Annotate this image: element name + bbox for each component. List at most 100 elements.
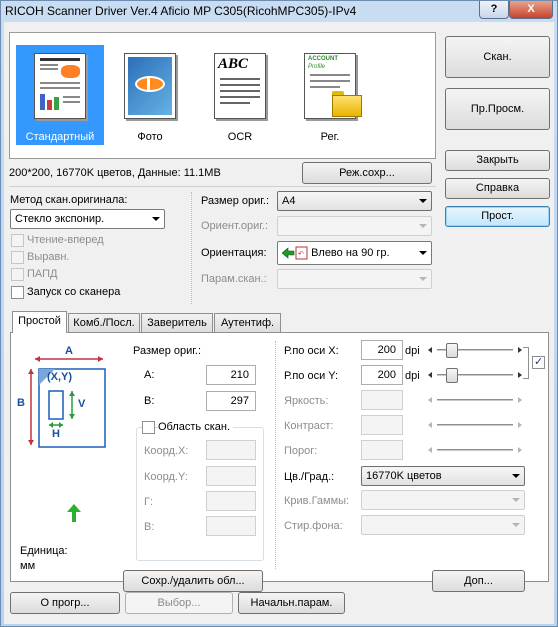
select-button[interactable]: Выбор... <box>125 592 233 614</box>
scan-param-select[interactable] <box>277 269 432 289</box>
resolution-x-slider[interactable] <box>427 342 523 358</box>
preset-photo-label: Фото <box>137 131 163 143</box>
scanner-driver-window: RICOH Scanner Driver Ver.4 Aficio MP C30… <box>0 0 558 627</box>
slider-thumb[interactable] <box>446 368 458 383</box>
divider <box>9 186 436 187</box>
link-resolution-checkbox[interactable] <box>532 355 545 369</box>
threshold-input[interactable] <box>361 440 403 460</box>
read-ahead-checkbox[interactable] <box>11 234 24 247</box>
adf-checkbox[interactable] <box>11 268 24 281</box>
tab-combined[interactable]: Комб./Посл. <box>68 313 140 333</box>
slider-thumb[interactable] <box>446 343 458 358</box>
orig-size-b-label: B: <box>144 395 155 407</box>
paper-size-diagram: A B (X,Y) V H <box>17 345 115 465</box>
tab-endorser[interactable]: Заверитель <box>141 313 213 333</box>
diagram-a-label: A <box>65 345 73 357</box>
preset-reg[interactable]: ACCOUNT Profile Рег. <box>286 45 374 145</box>
height-label: В: <box>144 521 155 533</box>
resolution-y-unit: dpi <box>405 370 420 382</box>
close-button[interactable]: Закрыть <box>445 150 550 171</box>
tab-panel-simple: A B (X,Y) V H Единица: мм Размер ориг.: … <box>10 332 549 592</box>
coord-x-input[interactable] <box>206 440 256 460</box>
preset-photo[interactable]: Фото <box>106 45 194 145</box>
resolution-y-slider[interactable] <box>427 367 523 383</box>
scan-button[interactable]: Скан. <box>445 36 550 78</box>
original-size-select[interactable]: A4 <box>277 191 432 211</box>
arrow-left-icon[interactable] <box>428 347 432 353</box>
color-mode-select[interactable]: 16770K цветов <box>361 466 525 486</box>
scan-method-value: Стекло экспонир. <box>15 213 105 225</box>
scan-method-label: Метод скан.оригинала: <box>10 194 128 206</box>
color-mode-value: 16770K цветов <box>366 470 442 482</box>
dialog-client-area: Стандартный Фото ABC OCR ACCOUNT Profile… <box>4 22 554 624</box>
align-label: Выравн. <box>27 251 70 263</box>
preset-ocr[interactable]: ABC OCR <box>196 45 284 145</box>
diagram-b-label: B <box>17 397 25 409</box>
tab-simple[interactable]: Простой <box>12 311 67 333</box>
brightness-label: Яркость: <box>284 395 329 407</box>
start-from-scanner-label: Запуск со сканера <box>27 286 121 298</box>
chevron-down-icon <box>419 199 427 203</box>
chevron-down-icon <box>512 498 520 502</box>
resolution-x-label: Р.по оси X: <box>284 345 339 357</box>
contrast-label: Контраст: <box>284 420 334 432</box>
preview-button[interactable]: Пр.Просм. <box>445 88 550 130</box>
svg-text:↶: ↶ <box>298 251 304 258</box>
chevron-down-icon <box>419 277 427 281</box>
gamma-select[interactable] <box>361 490 525 510</box>
height-input[interactable] <box>206 516 256 536</box>
read-ahead-label: Чтение-вперед <box>27 234 104 246</box>
contrast-input[interactable] <box>361 415 403 435</box>
photo-doc-icon <box>124 53 176 119</box>
save-delete-area-button[interactable]: Сохр./удалить обл... <box>123 570 263 592</box>
chevron-down-icon <box>419 224 427 228</box>
title-bar[interactable]: RICOH Scanner Driver Ver.4 Aficio MP C30… <box>1 1 557 21</box>
help-title-button[interactable]: ? <box>479 1 509 19</box>
color-mode-label: Цв./Град.: <box>284 471 335 483</box>
threshold-slider[interactable] <box>427 442 523 458</box>
coord-y-input[interactable] <box>206 466 256 486</box>
brightness-input[interactable] <box>361 390 403 410</box>
orientation-select[interactable]: ↶ Влево на 90 гр. <box>277 241 432 265</box>
about-button[interactable]: О прогр... <box>10 592 120 614</box>
chevron-down-icon <box>512 523 520 527</box>
background-erase-select[interactable] <box>361 515 525 535</box>
tab-auth[interactable]: Аутентиф. <box>214 313 281 333</box>
start-from-scanner-checkbox[interactable] <box>11 286 24 299</box>
contrast-slider[interactable] <box>427 417 523 433</box>
original-orientation-select[interactable] <box>277 216 432 236</box>
arrow-right-icon[interactable] <box>518 447 522 453</box>
resolution-y-input[interactable]: 200 <box>361 365 403 385</box>
arrow-left-icon[interactable] <box>428 372 432 378</box>
chevron-down-icon <box>419 251 427 255</box>
standard-doc-icon <box>34 53 86 119</box>
brightness-slider[interactable] <box>427 392 523 408</box>
simple-mode-button[interactable]: Прост. <box>445 206 550 227</box>
adf-label: ПАПД <box>27 268 58 280</box>
scan-area-checkbox[interactable] <box>142 421 155 434</box>
close-title-button[interactable]: X <box>509 1 553 19</box>
preset-standard[interactable]: Стандартный <box>16 45 104 145</box>
resolution-x-input[interactable]: 200 <box>361 340 403 360</box>
arrow-right-icon[interactable] <box>518 397 522 403</box>
more-button[interactable]: Доп... <box>432 570 525 592</box>
scan-area-label: Область скан. <box>158 421 234 433</box>
original-size-value: A4 <box>282 195 296 207</box>
scan-method-select[interactable]: Стекло экспонир. <box>10 209 165 229</box>
arrow-right-icon[interactable] <box>518 347 522 353</box>
arrow-right-icon[interactable] <box>518 422 522 428</box>
resolution-y-label: Р.по оси Y: <box>284 370 339 382</box>
save-mode-button[interactable]: Реж.сохр... <box>302 162 432 184</box>
orig-size-a-input[interactable]: 210 <box>206 365 256 385</box>
orig-size-label: Размер ориг.: <box>133 345 202 357</box>
arrow-left-icon[interactable] <box>428 397 432 403</box>
orig-size-b-input[interactable]: 297 <box>206 391 256 411</box>
arrow-left-icon[interactable] <box>428 447 432 453</box>
orientation-label: Ориентация: <box>201 247 267 259</box>
arrow-right-icon[interactable] <box>518 372 522 378</box>
arrow-left-icon[interactable] <box>428 422 432 428</box>
width-input[interactable] <box>206 491 256 511</box>
defaults-button[interactable]: Начальн.парам. <box>238 592 345 614</box>
help-button[interactable]: Справка <box>445 178 550 199</box>
align-checkbox[interactable] <box>11 251 24 264</box>
